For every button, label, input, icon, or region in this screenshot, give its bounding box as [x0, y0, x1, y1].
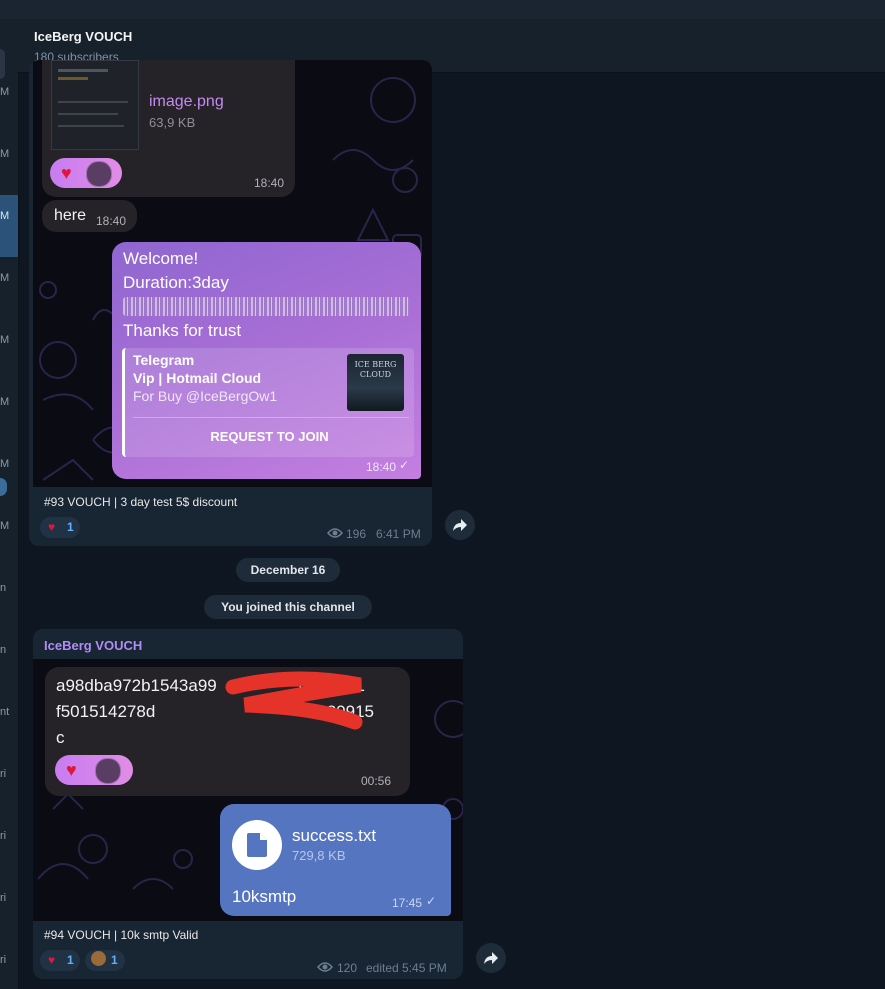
chat-item-fragment[interactable]: M	[0, 272, 9, 284]
post-author[interactable]: IceBerg VOUCH	[44, 638, 142, 653]
hash-message-bubble[interactable]: a98dba972b1543a99 023e1e1 f501514278d 0899…	[45, 667, 410, 796]
message-time: 18:40	[254, 176, 285, 190]
eye-icon	[317, 962, 333, 972]
request-to-join-button[interactable]: REQUEST TO JOIN	[125, 429, 414, 444]
thanks-line: Thanks for trust	[123, 321, 242, 340]
chat-item-fragment[interactable]: M	[0, 86, 9, 98]
view-count: 120	[337, 961, 358, 975]
message-time: 18:40	[366, 460, 397, 474]
message-time: 00:56	[361, 774, 392, 788]
chat-item-fragment[interactable]: ri	[0, 892, 6, 904]
preview-divider	[133, 417, 409, 418]
reaction-poop-chip[interactable]: 1	[85, 950, 125, 971]
here-message-bubble[interactable]: here 18:40	[42, 200, 137, 232]
welcome-line: Welcome!	[123, 249, 199, 268]
heart-reaction-icon[interactable]: ♥	[66, 760, 77, 781]
chat-item-fragment[interactable]: ri	[0, 954, 6, 966]
reactor-avatar	[86, 161, 112, 187]
poop-icon	[91, 951, 106, 966]
window-top-bar	[0, 0, 885, 19]
chat-item-fragment[interactable]: n	[0, 644, 6, 656]
thumbnail-logo-text: ICE BERG CLOUD	[354, 360, 397, 379]
date-separator: December 16	[236, 558, 340, 582]
duration-line: Duration:3day	[123, 273, 229, 292]
chat-item-fragment[interactable]: ri	[0, 768, 6, 780]
heart-icon: ♥	[48, 520, 56, 534]
share-button[interactable]	[476, 943, 506, 973]
chat-item-fragment[interactable]: ri	[0, 830, 6, 842]
file-name[interactable]: image.png	[149, 93, 224, 111]
blurred-spoiler-text[interactable]	[123, 297, 410, 316]
share-button[interactable]	[445, 510, 475, 540]
chat-item-fragment[interactable]: M	[0, 396, 9, 408]
reactor-avatar	[95, 758, 121, 784]
heart-reaction-icon[interactable]: ♥	[61, 163, 72, 184]
heart-icon: ♥	[48, 953, 56, 967]
link-preview-card[interactable]: Telegram Vip | Hotmail Cloud For Buy @Ic…	[122, 348, 414, 457]
reaction-count: 1	[67, 953, 74, 967]
channel-post-93[interactable]: image.png 63,9 KB ♥ 18:40 here 18:40 Wel…	[29, 60, 432, 546]
channel-post-94[interactable]: IceBerg VOUCH a98dba972b1543a99 023e1e1 f…	[33, 629, 463, 979]
preview-site: Telegram	[133, 352, 195, 368]
chat-list-sidebar[interactable]: M M M M M M M M n n nt ri ri ri ri	[0, 19, 19, 989]
post-time: edited 5:45 PM	[366, 961, 447, 975]
file-size: 63,9 KB	[149, 115, 196, 130]
eye-icon	[327, 528, 343, 538]
chat-item-fragment[interactable]: nt	[0, 706, 9, 718]
message-time: 18:40	[96, 214, 127, 228]
reaction-count: 1	[111, 953, 118, 967]
post-time: 6:41 PM	[376, 527, 421, 541]
unread-badge	[0, 478, 7, 496]
chat-item-fragment[interactable]: M	[0, 148, 9, 160]
file-icon-circle[interactable]	[232, 820, 282, 870]
checkmark-icon: ✓	[426, 894, 437, 908]
chat-item-fragment[interactable]: M	[0, 458, 9, 470]
reaction-heart-chip[interactable]: ♥ 1	[40, 517, 80, 538]
file-caption: 10ksmtp	[232, 887, 297, 906]
welcome-message-bubble[interactable]: Welcome! Duration:3day Thanks for trust …	[112, 242, 421, 479]
file-name[interactable]: success.txt	[292, 826, 376, 846]
avatar[interactable]	[0, 49, 5, 79]
share-arrow-icon	[484, 952, 498, 964]
file-message-bubble[interactable]: success.txt 729,8 KB 10ksmtp 17:45 ✓	[220, 804, 451, 916]
message-time: 17:45	[392, 896, 423, 910]
red-scribble-redaction	[225, 671, 363, 730]
image-thumbnail[interactable]	[51, 60, 139, 150]
message-text: here	[54, 207, 87, 224]
chat-item-fragment[interactable]: n	[0, 582, 6, 594]
selected-chat-highlight[interactable]	[0, 195, 18, 257]
checkmark-icon: ✓	[399, 458, 410, 472]
hash-line-3: c	[56, 728, 65, 747]
file-size: 729,8 KB	[292, 848, 346, 863]
joined-channel-notice: You joined this channel	[204, 595, 372, 619]
chat-item-fragment[interactable]: M	[0, 210, 9, 222]
post-caption: #94 VOUCH | 10k smtp Valid	[44, 928, 199, 942]
view-count: 196	[346, 527, 367, 541]
preview-title: Vip | Hotmail Cloud	[133, 370, 262, 386]
reactions-bar[interactable]: ♥	[55, 755, 133, 785]
post-caption: #93 VOUCH | 3 day test 5$ discount	[44, 495, 238, 509]
reactions-bar[interactable]: ♥	[50, 158, 122, 188]
channel-title[interactable]: IceBerg VOUCH	[34, 29, 132, 44]
chat-item-fragment[interactable]: M	[0, 520, 9, 532]
reaction-count: 1	[67, 520, 74, 534]
preview-description: For Buy @IceBergOw1	[133, 388, 278, 404]
file-message-bubble[interactable]: image.png 63,9 KB ♥ 18:40	[42, 60, 295, 197]
share-arrow-icon	[453, 519, 467, 531]
document-icon	[247, 833, 267, 857]
post-screenshot-image[interactable]: a98dba972b1543a99 023e1e1 f501514278d 0899…	[33, 659, 463, 921]
preview-thumbnail[interactable]: ICE BERG CLOUD	[347, 354, 404, 411]
reaction-heart-chip[interactable]: ♥ 1	[40, 950, 80, 971]
chat-item-fragment[interactable]: M	[0, 334, 9, 346]
post-screenshot-image[interactable]: image.png 63,9 KB ♥ 18:40 here 18:40 Wel…	[33, 60, 432, 487]
